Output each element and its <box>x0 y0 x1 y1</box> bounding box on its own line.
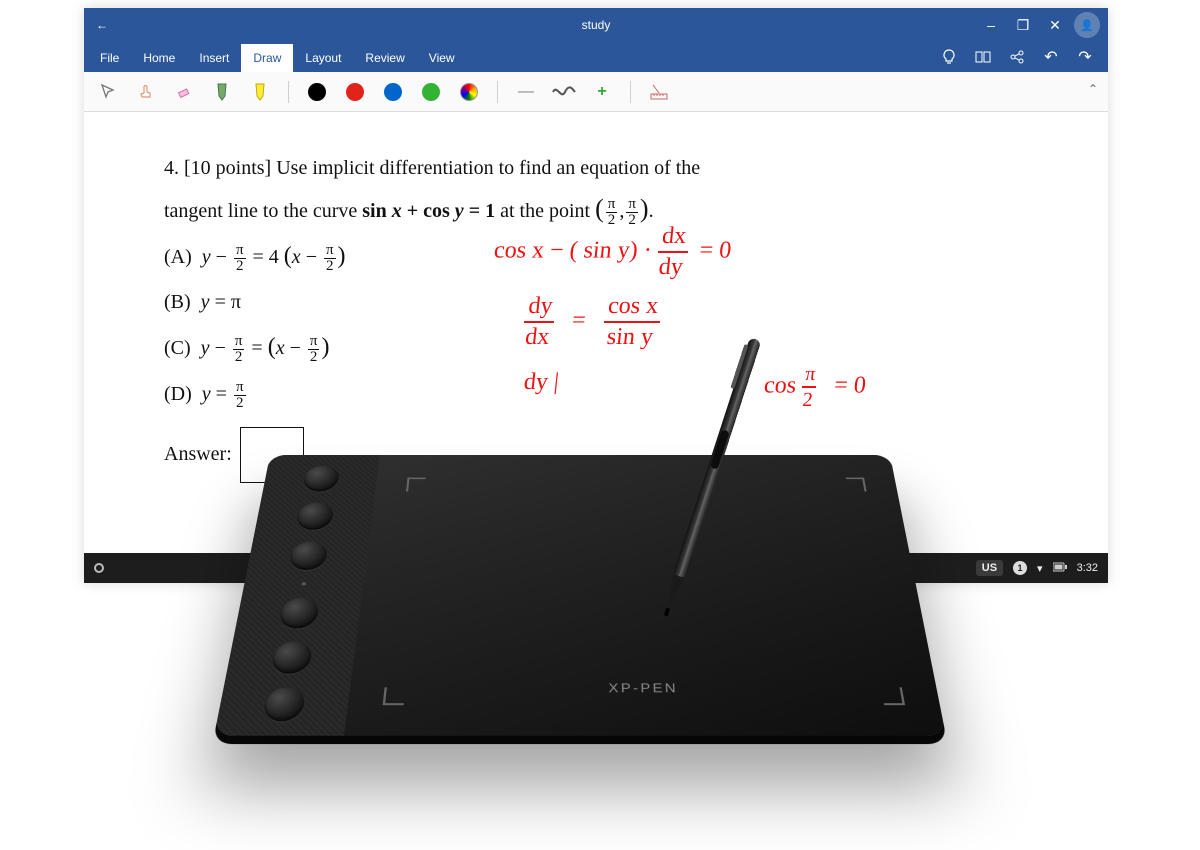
ink-line-2: dy dx = cos x sin y <box>521 292 663 352</box>
launcher-icon[interactable] <box>94 563 104 573</box>
ink-line-3-right: cos π 2 = 0 <box>761 362 868 412</box>
input-locale[interactable]: US <box>976 560 1003 576</box>
color-rainbow[interactable] <box>455 78 483 106</box>
notification-count[interactable]: 1 <box>1013 561 1027 575</box>
answer-label: Answer: <box>164 443 232 466</box>
drawing-tablet: XP-PEN <box>214 455 946 736</box>
reading-view-icon[interactable] <box>970 44 996 70</box>
wavy-stroke-icon[interactable] <box>550 78 578 106</box>
add-pen-button[interactable]: + <box>588 78 616 106</box>
eraser-tool[interactable] <box>170 78 198 106</box>
tab-home[interactable]: Home <box>131 44 187 72</box>
document-title: study <box>582 18 611 32</box>
color-green[interactable] <box>417 78 445 106</box>
color-black[interactable] <box>303 78 331 106</box>
tab-review[interactable]: Review <box>353 44 416 72</box>
battery-icon[interactable] <box>1053 562 1067 575</box>
stylus-nib <box>664 608 670 617</box>
account-avatar-icon[interactable]: 👤 <box>1074 12 1100 38</box>
ruler-tool[interactable] <box>645 78 673 106</box>
undo-button[interactable]: ↶ <box>1038 44 1064 70</box>
color-red[interactable] <box>341 78 369 106</box>
back-button[interactable]: ← <box>84 8 120 42</box>
minimize-button[interactable]: – <box>978 12 1004 38</box>
select-tool[interactable] <box>94 78 122 106</box>
tablet-express-key[interactable] <box>270 641 314 673</box>
tab-insert[interactable]: Insert <box>187 44 241 72</box>
choice-d: (D) y = π2 <box>164 375 1028 413</box>
tab-layout[interactable]: Layout <box>293 44 353 72</box>
tablet-brand-label: XP-PEN <box>608 680 678 695</box>
color-blue[interactable] <box>379 78 407 106</box>
ink-line-1: cos x − ( sin y) · dx dy = 0 <box>491 222 734 282</box>
share-icon[interactable] <box>1004 44 1030 70</box>
touch-draw-tool[interactable] <box>132 78 160 106</box>
tablet-express-key[interactable] <box>295 502 335 529</box>
close-button[interactable]: ✕ <box>1042 12 1068 38</box>
thin-stroke-icon[interactable]: — <box>512 78 540 106</box>
pen-tool-1[interactable] <box>208 78 236 106</box>
separator <box>288 81 289 103</box>
separator <box>630 81 631 103</box>
corner-marker-icon <box>406 478 426 492</box>
tablet-active-area[interactable]: XP-PEN <box>344 455 946 736</box>
tab-file[interactable]: File <box>88 44 131 72</box>
ribbon-tabs: File Home Insert Draw Layout Review View… <box>84 42 1108 72</box>
tablet-express-key[interactable] <box>302 465 341 491</box>
collapse-ribbon-icon[interactable]: ⌃ <box>1088 82 1098 96</box>
tablet-indicator-dot <box>301 582 306 585</box>
corner-marker-icon <box>383 687 406 705</box>
tab-view[interactable]: View <box>417 44 467 72</box>
ink-line-3-left: dy | <box>522 368 560 397</box>
ideas-icon[interactable] <box>936 44 962 70</box>
draw-toolbar: — + ⌃ <box>84 72 1108 112</box>
tab-draw[interactable]: Draw <box>241 44 293 72</box>
corner-marker-icon <box>881 687 905 705</box>
tablet-express-key[interactable] <box>261 687 306 721</box>
problem-text: 4. [10 points] Use implicit differentiat… <box>164 152 1028 184</box>
corner-marker-icon <box>846 478 867 492</box>
tablet-express-key[interactable] <box>288 541 329 570</box>
title-bar: ← study – ❐ ✕ 👤 <box>84 8 1108 42</box>
separator <box>497 81 498 103</box>
tablet-express-key[interactable] <box>278 598 320 629</box>
dropdown-icon[interactable]: ▾ <box>1037 562 1043 575</box>
maximize-button[interactable]: ❐ <box>1010 12 1036 38</box>
redo-button[interactable]: ↷ <box>1072 44 1098 70</box>
back-arrow-icon: ← <box>96 18 108 32</box>
clock[interactable]: 3:32 <box>1077 562 1098 574</box>
highlighter-tool[interactable] <box>246 78 274 106</box>
